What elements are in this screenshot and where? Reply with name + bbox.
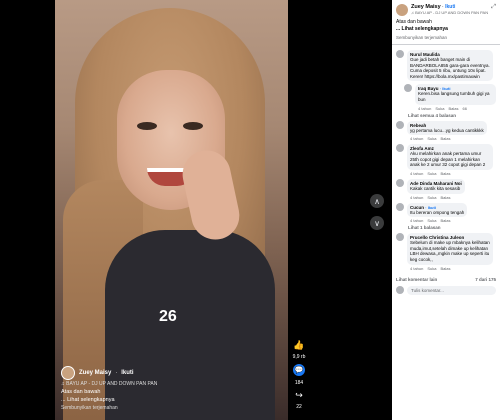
like-link[interactable]: Suka	[427, 195, 436, 200]
share-count: 22	[296, 404, 302, 410]
translation-toggle[interactable]: Sembunyikan terjemahan	[61, 404, 282, 412]
like-link[interactable]: Suka	[427, 218, 436, 223]
see-replies-link[interactable]: Lihat semua 4 balasan	[408, 113, 496, 118]
reply-link[interactable]: Balas	[448, 106, 458, 111]
comment: Nurul Maulida Gue jadi betah banget main…	[396, 50, 496, 82]
share-icon[interactable]: ↪	[294, 390, 304, 400]
comments-panel: ⤢ Zuey Maisy · Ikuti ♫ BAYU AP - DJ UP A…	[392, 0, 500, 420]
see-reply-link[interactable]: Lihat 1 balasan	[408, 225, 496, 230]
comment-bubble: Zleofa Amz Aku melahirkan anak pertama u…	[407, 144, 493, 170]
avatar[interactable]	[396, 202, 404, 211]
reply-link[interactable]: Balas	[440, 266, 450, 271]
audio-track[interactable]: ♫ BAYU AP - DJ UP AND DOWN PAN PAN	[61, 380, 282, 388]
comment: Zleofa Amz Aku melahirkan anak pertama u…	[396, 144, 496, 176]
comment-input[interactable]: Tulis komentar...	[407, 285, 496, 295]
comment-icon[interactable]: 💬	[293, 364, 305, 376]
other-comments-link[interactable]: Lihat komentar lain	[396, 277, 437, 282]
like-link[interactable]: Suka	[427, 171, 436, 176]
comment-reply: Iraq Bayu · Ikuti Keren.bisa langsung tu…	[404, 84, 496, 111]
comment-bubble: Iraq Bayu · Ikuti Keren.bisa langsung tu…	[415, 84, 496, 105]
avatar[interactable]	[61, 366, 75, 380]
like-icon[interactable]: 👍	[293, 340, 304, 350]
prev-video-button[interactable]: ∧	[370, 194, 384, 208]
comment-actions: 4 tahun Suka Balas 66	[418, 105, 467, 111]
like-count: 9,9 rb	[292, 354, 306, 360]
comment-text: Kakak cantik kita sesasib	[410, 185, 461, 191]
caption: Atas dan bawah	[396, 19, 432, 25]
avatar[interactable]	[396, 178, 404, 187]
translation-toggle[interactable]: Sembunyikan terjemahan	[392, 32, 500, 45]
eye	[183, 122, 203, 130]
video-player[interactable]: 26	[55, 0, 288, 420]
comment-bubble: Ade Dinda Maharani Noi Kakak cantik kita…	[407, 178, 465, 194]
comment-text: Sebelum di make up mbaknya kelihatan mud…	[410, 240, 490, 262]
comment-text: Aku melahirkan anak pertama umur 25th co…	[410, 151, 486, 168]
shirt-number: 26	[159, 308, 177, 325]
comment-actions: 4 tahun Suka Balas	[410, 218, 451, 224]
reaction-count: 66	[462, 105, 467, 111]
comment: Cucun · Ikuti Itu bereran ompong tengah …	[396, 202, 496, 224]
avatar[interactable]	[396, 4, 408, 16]
comment: Rebeah yg pertama lucu...yg kedua cantik…	[396, 120, 496, 142]
avatar	[396, 286, 404, 294]
eye	[137, 122, 157, 130]
comment: Prucello Christina Juleon Sebelum di mak…	[396, 233, 496, 271]
comments-count: 7 dari 175	[475, 276, 496, 282]
reply-link[interactable]: Balas	[440, 195, 450, 200]
avatar[interactable]	[404, 84, 412, 93]
reply-link[interactable]: Balas	[440, 218, 450, 223]
like-link[interactable]: Suka	[427, 136, 436, 141]
video-caption-overlay: Zuey Maisy · Ikuti ♫ BAYU AP - DJ UP AND…	[55, 360, 288, 420]
post-header: Zuey Maisy · Ikuti ♫ BAYU AP - DJ UP AND…	[392, 0, 500, 18]
comment-actions: 4 tahun Suka Balas	[410, 265, 451, 271]
reply-link[interactable]: Balas	[440, 136, 450, 141]
comment: Ade Dinda Maharani Noi Kakak cantik kita…	[396, 178, 496, 200]
comment-list: Nurul Maulida Gue jadi betah banget main…	[392, 45, 500, 273]
reply-link[interactable]: Balas	[440, 171, 450, 176]
comments-footer: Lihat komentar lain 7 dari 175	[392, 273, 500, 284]
like-link[interactable]: Suka	[435, 106, 444, 111]
next-video-button[interactable]: ∨	[370, 216, 384, 230]
comment-actions: 4 tahun Suka Balas	[410, 136, 451, 142]
comment-composer: Tulis komentar...	[392, 284, 500, 297]
comment-bubble: Nurul Maulida Gue jadi betah banget main…	[407, 50, 493, 82]
comment-actions: 4 tahun Suka Balas	[410, 194, 451, 200]
comment-text: yg pertama lucu...yg kedua cantikkkk	[410, 127, 484, 133]
video-actions: 👍 9,9 rb 💬 184 ↪ 22	[290, 340, 308, 411]
follow-link[interactable]: Ikuti	[121, 369, 133, 377]
see-more-link[interactable]: ... Lihat selengkapnya	[61, 396, 282, 404]
comment-actions: 4 tahun Suka Balas	[410, 170, 451, 176]
caption: Atas dan bawah	[61, 389, 101, 395]
comment-text: Itu bereran ompong tengah	[410, 209, 465, 215]
comment-bubble: Cucun · Ikuti Itu bereran ompong tengah	[407, 202, 468, 218]
app-root: 26 Zuey Maisy · Ikuti ♫ BAYU AP - DJ UP …	[0, 0, 500, 420]
avatar[interactable]	[396, 50, 404, 58]
audio-track[interactable]: ♫ BAYU AP - DJ UP AND DOWN PAN PAN	[411, 10, 488, 15]
video-author-row: Zuey Maisy · Ikuti	[61, 366, 282, 380]
avatar[interactable]	[396, 120, 404, 129]
comment-count: 184	[294, 380, 304, 386]
comment-bubble: Rebeah yg pertama lucu...yg kedua cantik…	[407, 120, 487, 136]
avatar[interactable]	[396, 233, 404, 242]
close-icon[interactable]: ⤢	[491, 4, 496, 11]
comment-text: Gue jadi betah banget main di BANDARBOLA…	[410, 57, 490, 79]
comment-bubble: Prucello Christina Juleon Sebelum di mak…	[407, 233, 493, 265]
like-link[interactable]: Suka	[427, 266, 436, 271]
avatar[interactable]	[396, 144, 404, 153]
comment-text: Keren.bisa langsung tumbuh gigi ya bun	[418, 91, 490, 102]
author-name[interactable]: Zuey Maisy	[79, 369, 111, 377]
